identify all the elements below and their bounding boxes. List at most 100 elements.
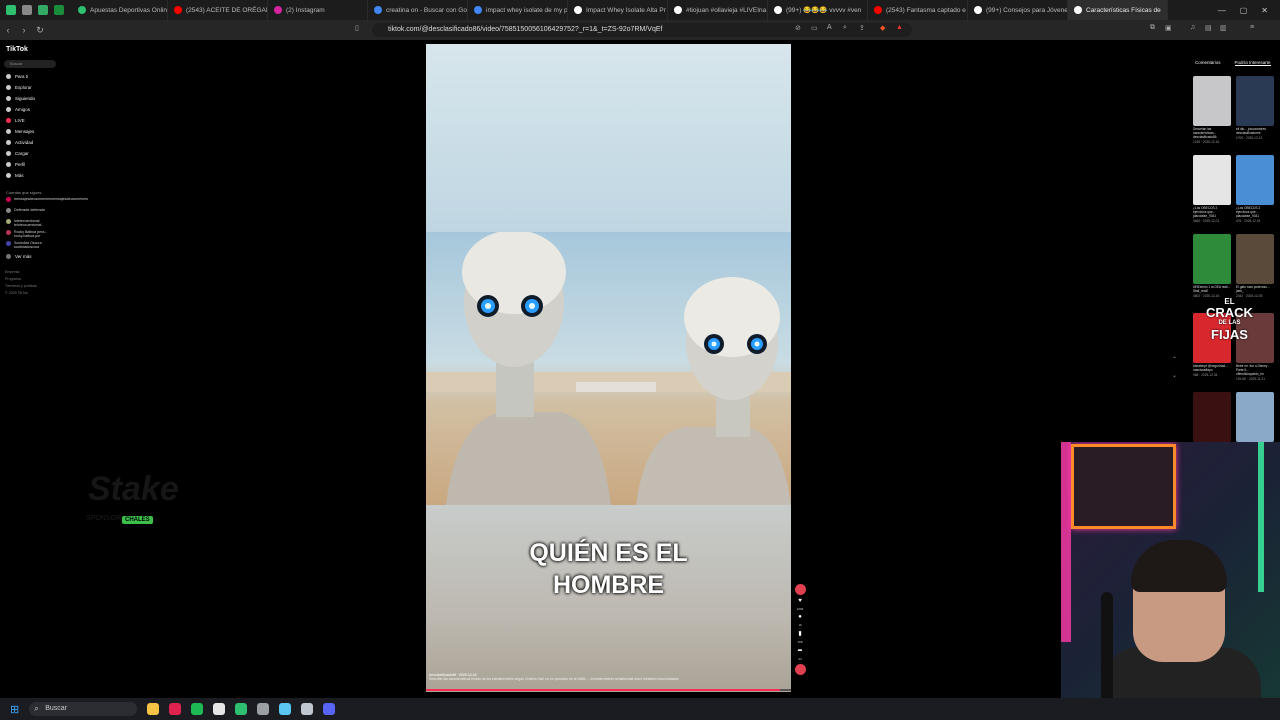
related-video[interactable]: El gato mas poderoso... jaeb_ 2042 · 2025… (1236, 234, 1274, 298)
tab-favicon-icon (974, 6, 982, 14)
brave-shield-icon[interactable]: ◆ (880, 24, 885, 32)
panel-icon[interactable]: ▤ (1205, 24, 1212, 32)
zoom-icon[interactable]: ⌕ (843, 24, 847, 32)
sidebar-toggle-icon[interactable]: ▣ (1165, 24, 1172, 32)
following-account[interactable]: lotetecuentomal teloteocuentomal (6, 219, 58, 227)
scroll-up-icon[interactable]: ⌃ (1172, 356, 1177, 363)
related-video[interactable]: ell diu... jusooonstres desclasificadore… (1236, 76, 1274, 140)
translate-icon[interactable]: A (827, 24, 832, 31)
account-name: Defensde defensde (14, 208, 46, 212)
browser-tab[interactable]: impact whey isolate de my p (468, 0, 568, 20)
nav-icon (6, 96, 11, 101)
tab-related[interactable]: Podría Interesarte (1234, 60, 1271, 66)
taskbar-app-icon[interactable] (235, 703, 248, 715)
browser-tab[interactable]: (2543) ACEITE DE ORÉGANO (168, 0, 268, 20)
search-input[interactable]: Buscar (4, 60, 56, 68)
taskbar-app-icon[interactable] (323, 703, 336, 715)
taskbar-app-icon[interactable] (279, 703, 292, 715)
heart-icon[interactable]: ♥ (798, 598, 802, 604)
bookmark-icon[interactable]: ▯ (355, 24, 359, 32)
share-icon[interactable]: ⇪ (859, 24, 865, 32)
taskbar-app-icon[interactable] (213, 703, 226, 715)
browser-tab[interactable]: Apuestas Deportivas Online (72, 0, 168, 20)
tab-comments[interactable]: Comentarios (1195, 60, 1221, 66)
following-account[interactable]: Sociedad Oscura sociedadoscura (6, 241, 58, 249)
following-account[interactable]: Rocky Balboa pera... rocky.balboa.por (6, 230, 58, 238)
following-account[interactable]: mensajesdeosomemesmensajesdeosomemes (6, 197, 88, 202)
browser-tab[interactable]: Impact Whey Isolate Alta Pr (568, 0, 668, 20)
taskbar-app-icon[interactable] (191, 703, 204, 715)
close-window-button[interactable]: ✕ (1261, 6, 1268, 15)
taskbar-app-icon[interactable] (169, 703, 182, 715)
taskbar-app-icon[interactable] (147, 703, 160, 715)
nav-item[interactable]: Para ti (6, 74, 28, 79)
following-account[interactable]: Defensde defensde (6, 208, 58, 213)
settings-icon[interactable] (22, 5, 32, 15)
related-video[interactable] (1236, 392, 1274, 443)
nav-item[interactable]: Actividad (6, 140, 33, 145)
browser-tab[interactable]: (2543) Fantasma captado e (868, 0, 968, 20)
video-player[interactable]: QUIÉN ES EL HOMBRE desclasificado86 · 20… (426, 44, 791, 692)
related-video[interactable]: ¿Los OBECOS 2 ejercicios que... jdacolai… (1193, 155, 1231, 223)
extension-icon[interactable] (38, 5, 48, 15)
rewards-icon[interactable]: ▲ (896, 24, 903, 31)
nav-label: Cargar (15, 151, 29, 156)
install-icon[interactable]: ▭ (811, 24, 818, 32)
whatsapp-icon[interactable] (6, 5, 16, 15)
tab-favicon-icon (1074, 6, 1082, 14)
windows-start-icon[interactable]: ⊞ (10, 703, 19, 716)
see-more-link[interactable]: Ver más (6, 254, 32, 259)
nav-item[interactable]: Amigos (6, 107, 30, 112)
footer-link[interactable]: Términos y políticas (5, 284, 57, 288)
scroll-down-icon[interactable]: ⌄ (1172, 372, 1177, 379)
bookmark-icon[interactable]: ▮ (798, 630, 801, 637)
video-thumbnail (1193, 76, 1231, 126)
browser-tab[interactable]: #tiojuan #ollavieja #LIVEIna (668, 0, 768, 20)
nav-item[interactable]: Cargar (6, 151, 29, 156)
nav-item[interactable]: LIVE (6, 118, 25, 123)
nav-item[interactable]: Perfil (6, 162, 25, 167)
nav-icon (6, 118, 11, 123)
tab-label: creatina on - Buscar con Go (386, 6, 467, 14)
related-video[interactable]: Desvelan las características... desclasi… (1193, 76, 1231, 144)
nav-item[interactable]: Siguiendo (6, 96, 35, 101)
footer-link[interactable]: Empresa (5, 270, 57, 274)
excel-icon[interactable] (54, 5, 64, 15)
wallet-icon[interactable]: ▥ (1220, 24, 1227, 32)
nav-item[interactable]: Más (6, 173, 24, 178)
nav-item[interactable]: Mensajes (6, 129, 34, 134)
share-arrow-icon[interactable]: ➦ (797, 647, 802, 654)
related-caption: #ElExterio 1 la DEA reali... Stall_real0 (1193, 285, 1231, 293)
maximize-button[interactable]: ▢ (1240, 6, 1248, 15)
cast-icon[interactable]: ⊘ (795, 24, 801, 32)
taskbar-app-icon[interactable] (301, 703, 314, 715)
comment-icon[interactable]: ● (798, 614, 802, 620)
related-video[interactable]: ¿Los OBECOS 2 ejercicios que... jdacolai… (1236, 155, 1274, 223)
browser-tab[interactable]: (2) Instagram (268, 0, 368, 20)
tiktok-logo[interactable]: TikTok (6, 46, 28, 53)
footer-link[interactable]: Programa (5, 277, 57, 281)
browser-tab[interactable]: creatina on - Buscar con Go (368, 0, 468, 20)
nav-icon (6, 129, 11, 134)
taskbar-search[interactable]: ⌕ Buscar (29, 702, 138, 716)
avatar (6, 197, 11, 202)
creator-avatar[interactable] (794, 584, 806, 595)
menu-icon[interactable]: ≡ (1250, 24, 1254, 31)
browser-tab[interactable]: (99+) 😂😂😂 vvvvv #ven (768, 0, 868, 20)
caption-line-1: QUIÉN ES EL (529, 539, 688, 567)
browser-tab[interactable]: (99+) Consejos para Jóvenes (968, 0, 1068, 20)
reload-icon[interactable]: ↻ (32, 25, 48, 36)
browser-tab[interactable]: Características Físicas de (1068, 0, 1168, 20)
related-video[interactable] (1193, 392, 1231, 443)
forward-icon[interactable]: › (16, 25, 32, 35)
media-icon[interactable]: ♫ (1190, 24, 1195, 31)
footer-link[interactable]: © 2025 TikTok (5, 291, 57, 295)
related-video[interactable]: #ElExterio 1 la DEA reali... Stall_real0… (1193, 234, 1231, 298)
extensions-icon[interactable]: ⧉ (1150, 24, 1155, 32)
video-progress-bar[interactable] (426, 689, 791, 691)
nav-item[interactable]: Explorar (6, 85, 32, 90)
back-icon[interactable]: ‹ (0, 25, 16, 35)
minimize-button[interactable]: — (1218, 6, 1226, 15)
music-disc-icon[interactable] (794, 664, 806, 675)
taskbar-app-icon[interactable] (257, 703, 270, 715)
